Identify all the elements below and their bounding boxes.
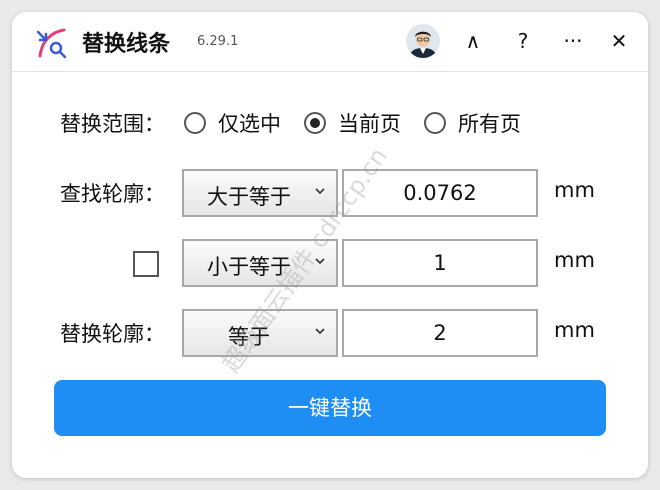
scope-option-selected-only[interactable]: 仅选中	[218, 108, 281, 138]
close-button[interactable]: ✕	[604, 26, 634, 56]
collapse-button[interactable]: ∧	[458, 26, 488, 56]
more-button[interactable]: ···	[558, 26, 588, 56]
second-condition-checkbox[interactable]	[133, 251, 159, 277]
replace-width-unit: mm	[554, 318, 595, 342]
chevron-down-icon	[315, 328, 325, 335]
replace-lines-window: 替换线条 6.29.1 ∧ ? ··· ✕ 替换范围： 仅选中 当前页 所有页 …	[12, 12, 648, 478]
find-min-unit: mm	[554, 178, 595, 202]
user-avatar[interactable]	[406, 24, 440, 58]
help-button[interactable]: ?	[508, 26, 538, 56]
one-click-replace-button[interactable]: 一键替换	[54, 380, 606, 436]
replace-width-input[interactable]: 2	[342, 309, 538, 357]
scope-radio-all-pages[interactable]	[424, 112, 446, 134]
replace-operator-select[interactable]: 等于	[182, 309, 338, 357]
find-max-operator-value: 小于等于	[207, 255, 291, 279]
scope-label: 替换范围：	[60, 112, 165, 136]
chevron-down-icon	[315, 188, 325, 195]
title-bar: 替换线条 6.29.1 ∧ ? ··· ✕	[12, 12, 648, 72]
find-outline-label: 查找轮廓：	[60, 182, 165, 206]
find-min-input[interactable]: 0.0762	[342, 169, 538, 217]
replace-operator-value: 等于	[228, 325, 270, 349]
replace-outline-label: 替换轮廓：	[60, 322, 165, 346]
find-max-operator-select[interactable]: 小于等于	[182, 239, 338, 287]
chevron-down-icon	[315, 258, 325, 265]
find-operator-value: 大于等于	[207, 185, 291, 209]
app-logo-icon	[36, 28, 67, 59]
scope-radio-selected-only[interactable]	[184, 112, 206, 134]
find-max-unit: mm	[554, 248, 595, 272]
find-max-input[interactable]: 1	[342, 239, 538, 287]
scope-radio-current-page[interactable]	[304, 112, 326, 134]
app-title: 替换线条	[82, 32, 171, 57]
app-version: 6.29.1	[197, 34, 239, 49]
scope-option-current-page[interactable]: 当前页	[338, 108, 401, 138]
avatar-icon	[406, 24, 440, 58]
find-operator-select[interactable]: 大于等于	[182, 169, 338, 217]
scope-option-all-pages[interactable]: 所有页	[458, 108, 521, 138]
